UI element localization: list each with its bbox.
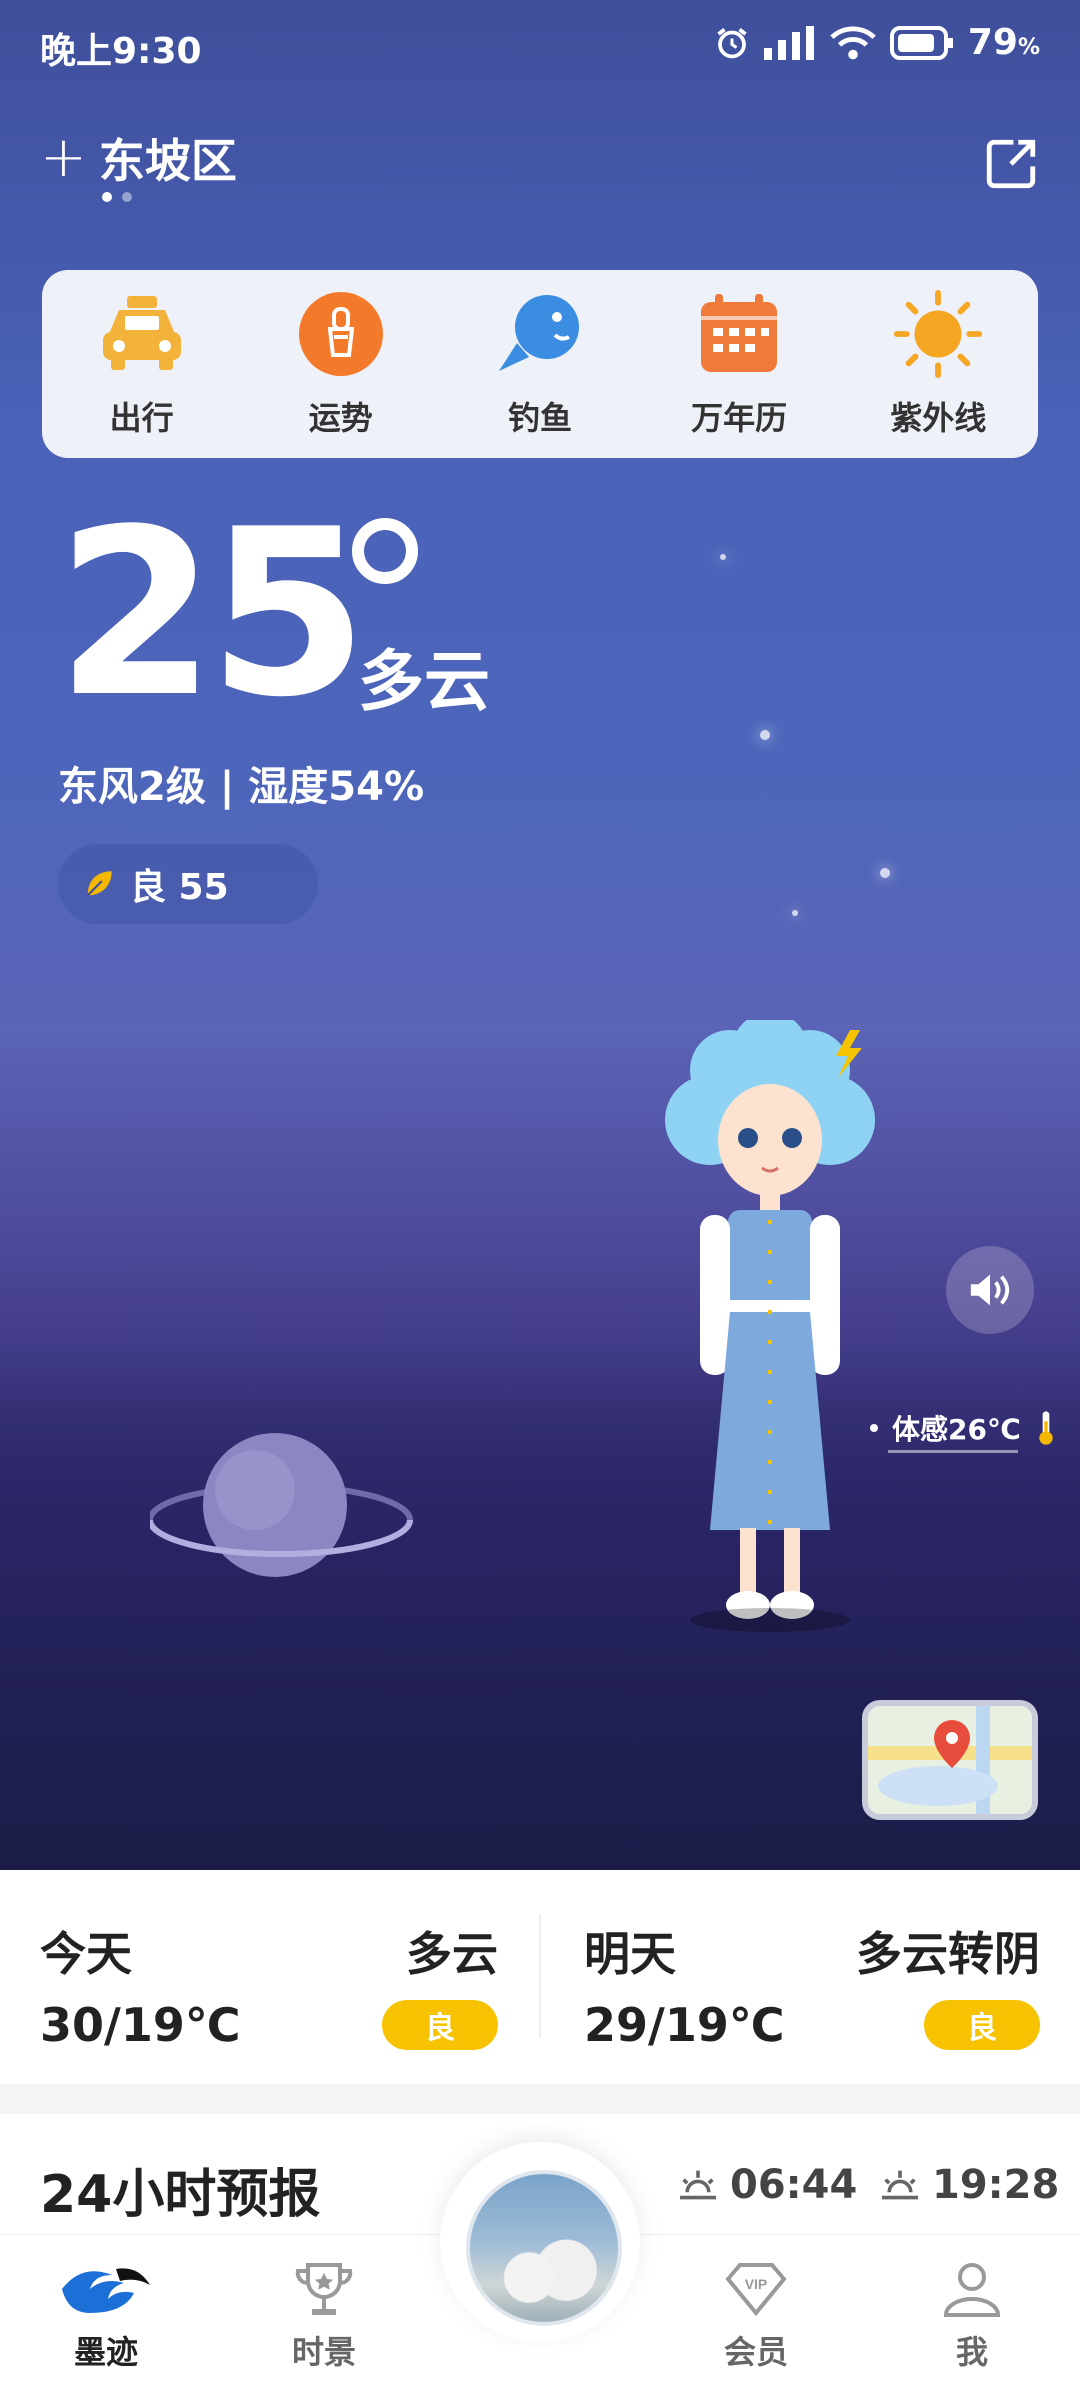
forecast-day-label: 今天 — [40, 1927, 132, 1981]
tool-label: 紫外线 — [890, 399, 987, 437]
planet-illustration — [150, 1433, 413, 1577]
tool-label: 万年历 — [691, 399, 788, 437]
nav-moji[interactable]: 墨迹 — [26, 2259, 186, 2373]
battery-icon — [889, 25, 953, 60]
nav-me[interactable]: 我 — [892, 2259, 1052, 2373]
feels-like-underline — [888, 1450, 1018, 1453]
map-pin-icon — [868, 1706, 1032, 1814]
map-button[interactable] — [862, 1700, 1038, 1820]
feels-like: 体感26℃ — [870, 1408, 1061, 1448]
sunset: 19:28 — [878, 2162, 1059, 2208]
aqi-badge: 良 — [382, 2000, 498, 2050]
location-name: 东坡区 — [98, 134, 237, 188]
forecast-weather: 多云转阴 — [856, 1927, 1040, 1981]
star — [792, 910, 798, 916]
moji-logo-icon — [62, 2268, 150, 2313]
sunrise: 06:44 — [676, 2162, 857, 2208]
nav-scenery[interactable]: 时景 — [244, 2259, 404, 2373]
tool-label: 钓鱼 — [507, 399, 572, 437]
aqi-badge: 良 — [924, 2000, 1040, 2050]
calendar-icon — [701, 294, 778, 372]
degree-symbol — [352, 518, 418, 584]
share-icon — [986, 139, 1036, 189]
forecast-temp-range: 30/19℃ — [40, 1998, 241, 2052]
star — [720, 554, 726, 560]
fish-icon — [498, 295, 579, 371]
location-selector[interactable]: + 东坡区 — [40, 125, 237, 191]
aqi-text: 良 55 — [130, 867, 229, 908]
page-indicator — [102, 192, 132, 202]
sunrise-time: 06:44 — [730, 2162, 858, 2208]
sunrise-icon — [680, 2170, 716, 2200]
forecast-weather: 多云 — [406, 1927, 498, 1981]
share-button[interactable] — [982, 135, 1040, 197]
alarm-icon — [717, 27, 747, 58]
forecast-today[interactable]: 今天 多云 30/19℃ 良 — [0, 1870, 540, 2084]
center-scenery-button[interactable] — [466, 2170, 622, 2326]
battery-level: 79 — [967, 22, 1018, 63]
feels-like-text: 体感26℃ — [892, 1413, 1021, 1446]
svg-text:VIP: VIP — [745, 2276, 768, 2292]
star — [880, 868, 890, 878]
forecast-tomorrow[interactable]: 明天 多云转阴 29/19℃ 良 — [540, 1870, 1080, 2084]
fortune-icon — [298, 292, 383, 376]
tool-travel[interactable]: 出行 — [62, 289, 222, 439]
voice-broadcast-button[interactable] — [946, 1246, 1034, 1334]
sunset-icon — [882, 2170, 918, 2200]
character-illustration — [665, 1020, 875, 1632]
tool-fishing[interactable]: 钓鱼 — [460, 289, 620, 439]
nav-label: 墨迹 — [73, 2333, 138, 2371]
speaker-icon — [970, 1274, 1010, 1306]
leaf-icon — [86, 871, 112, 897]
current-temperature: 25 — [56, 481, 368, 748]
add-city-icon[interactable]: + — [40, 130, 87, 186]
vip-icon: VIP — [725, 2263, 787, 2317]
forecast-temp-range: 29/19℃ — [584, 1998, 785, 2052]
tool-fortune[interactable]: 运势 — [261, 289, 421, 439]
battery-unit: % — [1017, 35, 1040, 60]
sunset-time: 19:28 — [932, 2162, 1060, 2208]
daily-forecast-card[interactable]: 今天 多云 30/19℃ 良 明天 多云转阴 29/19℃ 良 — [0, 1870, 1080, 2084]
hourly-title: 24小时预报 — [40, 2165, 321, 2225]
nav-label: 我 — [955, 2333, 988, 2371]
tool-calendar[interactable]: 万年历 — [659, 289, 819, 439]
tool-label: 出行 — [109, 399, 174, 437]
forecast-day-label: 明天 — [584, 1927, 676, 1981]
aqi-pill[interactable]: 良 55 — [58, 844, 318, 924]
nav-label: 时景 — [291, 2333, 356, 2371]
quick-tools-card: 出行 运势 钓鱼 万年历 紫外线 — [42, 270, 1038, 458]
thermometer-icon — [1039, 1411, 1053, 1445]
page-dot — [122, 192, 132, 202]
tool-label: 运势 — [308, 399, 373, 437]
signal-icon — [763, 25, 814, 60]
current-condition: 多云 — [358, 643, 490, 720]
star — [760, 730, 770, 740]
nav-vip[interactable]: VIP 会员 — [676, 2259, 836, 2373]
sun-icon — [894, 289, 983, 379]
wind-humidity: 东风2级 | 湿度54% — [58, 764, 425, 810]
taxi-icon — [102, 296, 181, 370]
trophy-icon — [295, 2263, 353, 2315]
nav-label: 会员 — [723, 2333, 788, 2371]
status-bar: 晚上9:30 79% — [40, 22, 1040, 72]
wifi-icon — [830, 26, 876, 59]
tool-uv[interactable]: 紫外线 — [858, 289, 1018, 439]
page-dot-active — [102, 192, 112, 202]
status-time: 晚上9:30 — [40, 31, 202, 72]
profile-icon — [943, 2263, 1001, 2317]
